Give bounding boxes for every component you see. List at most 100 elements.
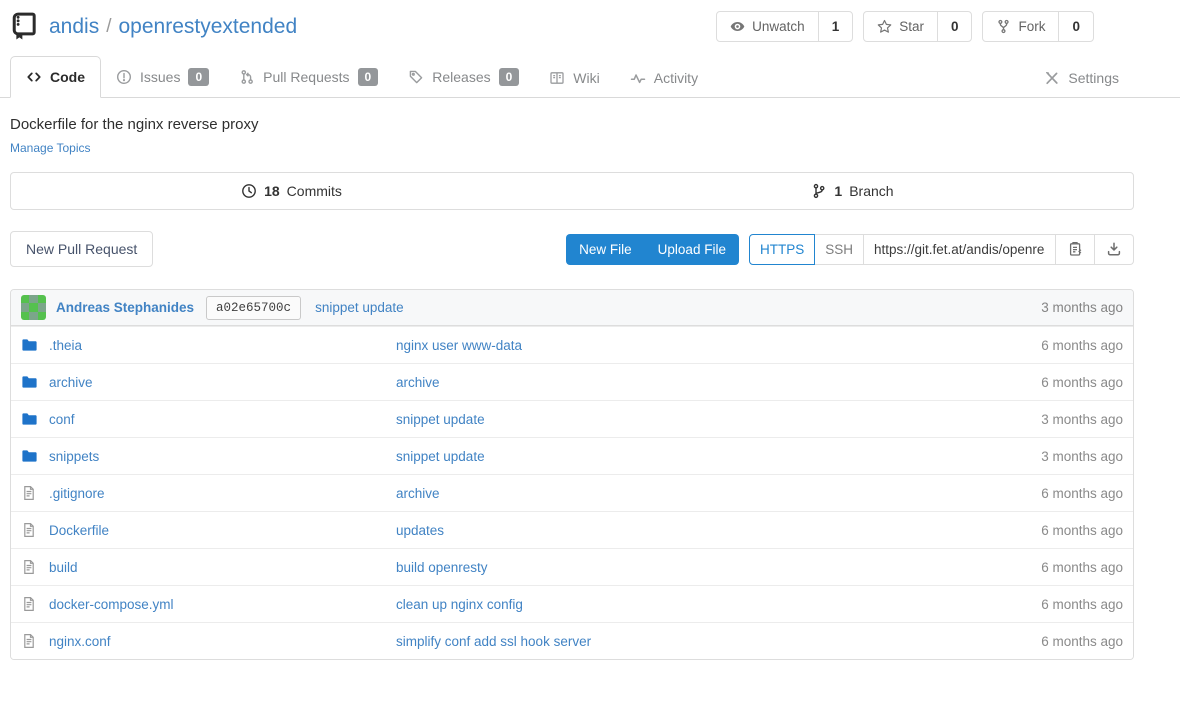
branches-stat[interactable]: 1 Branch	[572, 173, 1133, 209]
file-commit-message-link[interactable]: clean up nginx config	[396, 597, 523, 612]
file-commit-message-link[interactable]: simplify conf add ssl hook server	[396, 634, 591, 649]
star-label: Star	[899, 19, 924, 34]
commit-age: 3 months ago	[1041, 300, 1123, 315]
commits-count: 18	[264, 183, 280, 199]
file-name-link[interactable]: Dockerfile	[49, 523, 109, 538]
clipboard-icon	[1067, 241, 1083, 257]
unwatch-button[interactable]: Unwatch	[717, 12, 818, 41]
branches-label: Branch	[849, 183, 893, 199]
issues-count-badge: 0	[188, 68, 209, 86]
file-name-link[interactable]: build	[49, 560, 78, 575]
file-icon	[21, 559, 37, 575]
latest-commit-row: Andreas Stephanides a02e65700c snippet u…	[11, 290, 1133, 326]
file-age: 3 months ago	[1041, 412, 1123, 427]
file-commit-message-link[interactable]: snippet update	[396, 449, 485, 464]
https-protocol-button[interactable]: HTTPS	[749, 234, 815, 265]
new-file-button[interactable]: New File	[566, 234, 645, 265]
tab-pull-requests[interactable]: Pull Requests 0	[224, 56, 393, 98]
folder-icon	[21, 337, 37, 353]
file-age: 6 months ago	[1041, 523, 1123, 538]
unwatch-label: Unwatch	[752, 19, 805, 34]
commit-sha-button[interactable]: a02e65700c	[206, 296, 301, 320]
copy-clone-url-button[interactable]	[1056, 234, 1095, 265]
tab-pulls-label: Pull Requests	[263, 69, 349, 85]
repo-book-icon	[10, 12, 40, 42]
tab-settings[interactable]: Settings	[1029, 58, 1134, 98]
clone-url-group: HTTPS SSH	[749, 234, 1134, 265]
tag-icon	[408, 69, 424, 85]
download-archive-button[interactable]	[1095, 234, 1134, 265]
repo-tabbar: Code Issues 0 Pull Requests 0 Releases 0…	[0, 56, 1180, 98]
branches-count: 1	[834, 183, 842, 199]
file-icon	[21, 633, 37, 649]
new-pull-request-button[interactable]: New Pull Request	[10, 231, 153, 267]
wiki-book-icon	[549, 70, 565, 86]
ssh-protocol-button[interactable]: SSH	[815, 234, 864, 265]
path-separator: /	[106, 16, 111, 38]
code-icon	[26, 69, 42, 85]
issue-icon	[116, 69, 132, 85]
clone-url-input[interactable]	[864, 234, 1056, 265]
file-icon	[21, 596, 37, 612]
file-age: 6 months ago	[1041, 486, 1123, 501]
branch-icon	[811, 183, 827, 199]
file-age: 6 months ago	[1041, 634, 1123, 649]
download-icon	[1106, 241, 1122, 257]
file-commit-message-link[interactable]: nginx user www-data	[396, 338, 522, 353]
file-name-link[interactable]: docker-compose.yml	[49, 597, 174, 612]
pulls-count-badge: 0	[358, 68, 379, 86]
table-row: conf snippet update 3 months ago	[11, 400, 1133, 437]
file-name-link[interactable]: archive	[49, 375, 93, 390]
tab-issues[interactable]: Issues 0	[101, 56, 224, 98]
commit-message-link[interactable]: snippet update	[315, 300, 404, 315]
table-row: Dockerfile updates 6 months ago	[11, 511, 1133, 548]
commits-stat[interactable]: 18 Commits	[11, 173, 572, 209]
repo-description: Dockerfile for the nginx reverse proxy	[10, 116, 1134, 133]
table-row: docker-compose.yml clean up nginx config…	[11, 585, 1133, 622]
table-row: snippets snippet update 3 months ago	[11, 437, 1133, 474]
folder-icon	[21, 448, 37, 464]
watch-count[interactable]: 1	[818, 12, 853, 41]
star-count[interactable]: 0	[937, 12, 972, 41]
file-age: 6 months ago	[1041, 375, 1123, 390]
table-row: nginx.conf simplify conf add ssl hook se…	[11, 622, 1133, 659]
file-commit-message-link[interactable]: snippet update	[396, 412, 485, 427]
file-name-link[interactable]: .gitignore	[49, 486, 105, 501]
upload-file-button[interactable]: Upload File	[645, 234, 739, 265]
fork-icon	[996, 19, 1011, 34]
file-name-link[interactable]: snippets	[49, 449, 99, 464]
file-commit-message-link[interactable]: archive	[396, 375, 440, 390]
file-age: 6 months ago	[1041, 338, 1123, 353]
commit-author-link[interactable]: Andreas Stephanides	[56, 300, 194, 315]
pull-request-icon	[239, 69, 255, 85]
table-row: build build openresty 6 months ago	[11, 548, 1133, 585]
file-commit-message-link[interactable]: build openresty	[396, 560, 488, 575]
file-commit-message-link[interactable]: archive	[396, 486, 440, 501]
file-name-link[interactable]: conf	[49, 412, 75, 427]
star-group: Star 0	[863, 11, 972, 42]
folder-icon	[21, 411, 37, 427]
repo-stats-bar: 18 Commits 1 Branch	[10, 172, 1134, 210]
tab-wiki[interactable]: Wiki	[534, 58, 614, 98]
repo-header: andis / openrestyextended Unwatch 1 Star…	[10, 0, 1134, 42]
author-avatar[interactable]	[21, 295, 46, 320]
repo-name-link[interactable]: openrestyextended	[118, 15, 297, 39]
tab-settings-label: Settings	[1068, 70, 1119, 86]
tab-code[interactable]: Code	[10, 56, 101, 98]
fork-button[interactable]: Fork	[983, 12, 1058, 41]
tools-icon	[1044, 70, 1060, 86]
star-button[interactable]: Star	[864, 12, 937, 41]
star-icon	[877, 19, 892, 34]
file-name-link[interactable]: nginx.conf	[49, 634, 111, 649]
owner-link[interactable]: andis	[49, 15, 99, 39]
tab-releases[interactable]: Releases 0	[393, 56, 534, 98]
file-icon	[21, 522, 37, 538]
fork-count[interactable]: 0	[1058, 12, 1093, 41]
file-age: 3 months ago	[1041, 449, 1123, 464]
file-commit-message-link[interactable]: updates	[396, 523, 444, 538]
manage-topics-link[interactable]: Manage Topics	[10, 141, 91, 155]
file-name-link[interactable]: .theia	[49, 338, 82, 353]
file-actions-group: New File Upload File	[566, 234, 739, 265]
tab-activity[interactable]: Activity	[615, 58, 713, 98]
file-table: Andreas Stephanides a02e65700c snippet u…	[10, 289, 1134, 660]
